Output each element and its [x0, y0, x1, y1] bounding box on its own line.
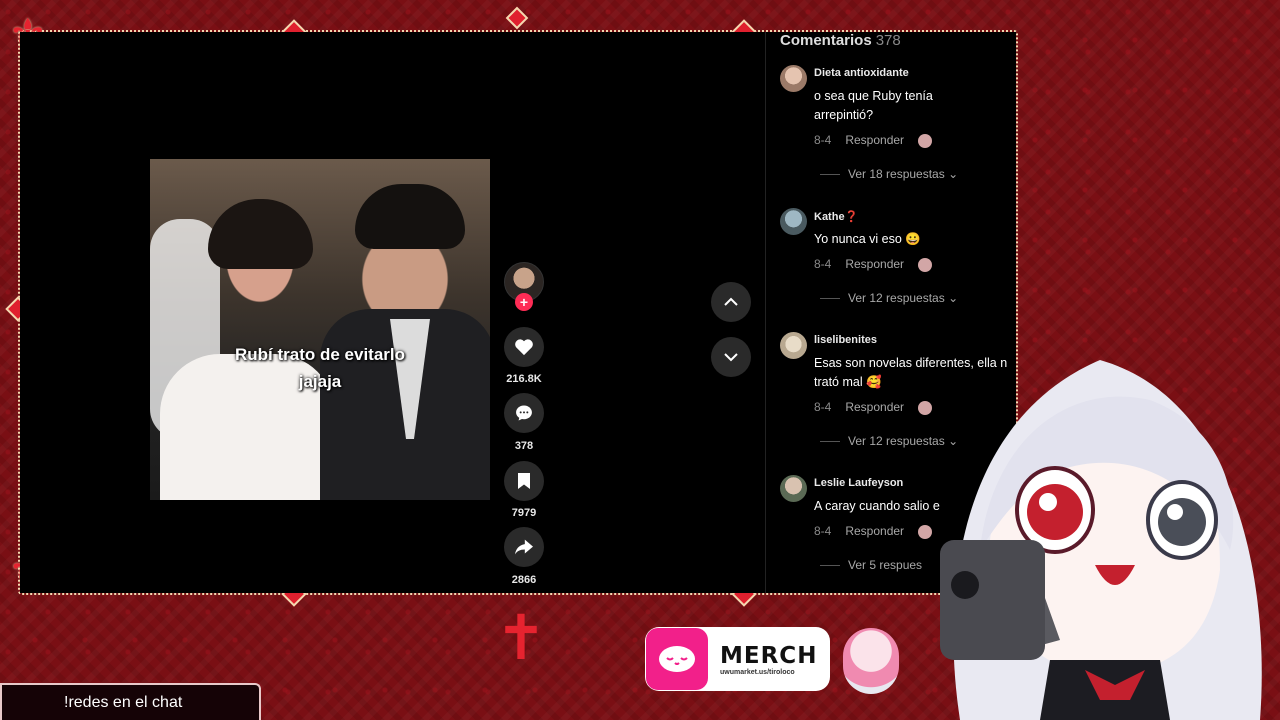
- share-button[interactable]: [504, 527, 544, 567]
- chat-command-text: !redes en el chat: [64, 694, 183, 711]
- crown-gem-ornament: [505, 6, 529, 30]
- comment-text-line: o sea que Ruby tenía: [814, 89, 933, 103]
- comment-date: 8-4: [814, 133, 832, 147]
- chat-command-bar: !redes en el chat: [0, 683, 261, 720]
- video-caption-line2: jajaja: [298, 372, 342, 391]
- comments-count: 378: [875, 32, 901, 49]
- vtuber-avatar: [940, 360, 1262, 720]
- reply-button[interactable]: Responder: [845, 133, 904, 147]
- comment-date: 8-4: [814, 257, 832, 271]
- comment-text: o sea que Ruby tenía arrepintió?: [814, 87, 1016, 125]
- cross-ornament: ✝: [495, 604, 547, 673]
- merch-text: MERCH uwumarket.us/tiroloco: [720, 643, 817, 676]
- comment-meta: 8-4 Responder: [814, 133, 933, 148]
- merch-url: uwumarket.us/tiroloco: [720, 668, 795, 676]
- chevron-up-icon: [724, 297, 738, 306]
- save-button[interactable]: [504, 461, 544, 501]
- reply-button[interactable]: Responder: [845, 524, 904, 538]
- comment-meta: 8-4 Responder: [814, 524, 933, 539]
- comment-username[interactable]: liselibenites: [814, 334, 877, 346]
- video-groom-hair: [355, 184, 465, 249]
- like-button[interactable]: [504, 327, 544, 367]
- video-caption: Rubí trato de evitarlo jajaja: [150, 341, 490, 395]
- comment-bubble-icon: [516, 405, 532, 421]
- comment-date: 8-4: [814, 524, 832, 538]
- comment-username[interactable]: Leslie Laufeyson: [814, 477, 903, 489]
- merch-banner[interactable]: MERCH uwumarket.us/tiroloco: [645, 627, 830, 691]
- creator-liked-icon: [918, 133, 933, 148]
- chevron-down-icon: ⌄: [948, 167, 959, 181]
- comment-text-line: arrepintió?: [814, 108, 874, 122]
- view-replies-button[interactable]: Ver 12 respuestas ⌄: [820, 291, 958, 305]
- video-bride-hair: [208, 199, 313, 269]
- comment-username[interactable]: Kathe❓: [814, 210, 858, 223]
- merch-title: MERCH: [720, 642, 818, 669]
- follow-plus-icon[interactable]: +: [515, 293, 533, 311]
- previous-video-button[interactable]: [711, 282, 751, 322]
- next-video-button[interactable]: [711, 337, 751, 377]
- comment-avatar[interactable]: [780, 208, 807, 235]
- video-player[interactable]: Rubí trato de evitarlo jajaja: [150, 159, 490, 500]
- comments-header: Comentarios 378: [780, 32, 901, 49]
- bookmark-icon: [518, 473, 530, 489]
- reply-button[interactable]: Responder: [845, 400, 904, 414]
- view-replies-button[interactable]: Ver 18 respuestas ⌄: [820, 167, 958, 181]
- comments-title: Comentarios: [780, 32, 872, 49]
- comment-avatar[interactable]: [780, 332, 807, 359]
- comment-meta: 8-4 Responder: [814, 400, 933, 415]
- chevron-down-icon: ⌄: [948, 291, 959, 305]
- chevron-down-icon: [724, 353, 738, 362]
- share-count: 2866: [511, 574, 537, 586]
- reply-button[interactable]: Responder: [845, 257, 904, 271]
- comment-meta: 8-4 Responder: [814, 257, 933, 272]
- share-arrow-icon: [515, 539, 533, 555]
- save-count: 7979: [511, 507, 537, 519]
- view-replies-button[interactable]: Ver 5 respues: [820, 558, 922, 572]
- like-count: 216.8K: [506, 373, 542, 385]
- comment-avatar[interactable]: [780, 65, 807, 92]
- video-caption-line1: Rubí trato de evitarlo: [234, 345, 406, 364]
- comment-count: 378: [514, 440, 534, 452]
- merch-logo-icon: [646, 628, 708, 690]
- comment-username[interactable]: Dieta antioxidante: [814, 67, 909, 79]
- creator-liked-icon: [918, 257, 933, 272]
- chibi-mascot-icon: [843, 628, 899, 694]
- comment-avatar[interactable]: [780, 475, 807, 502]
- comment-date: 8-4: [814, 400, 832, 414]
- comment-text: Yo nunca vi eso 😀: [814, 232, 921, 246]
- comment-button[interactable]: [504, 393, 544, 433]
- heart-icon: [515, 339, 533, 356]
